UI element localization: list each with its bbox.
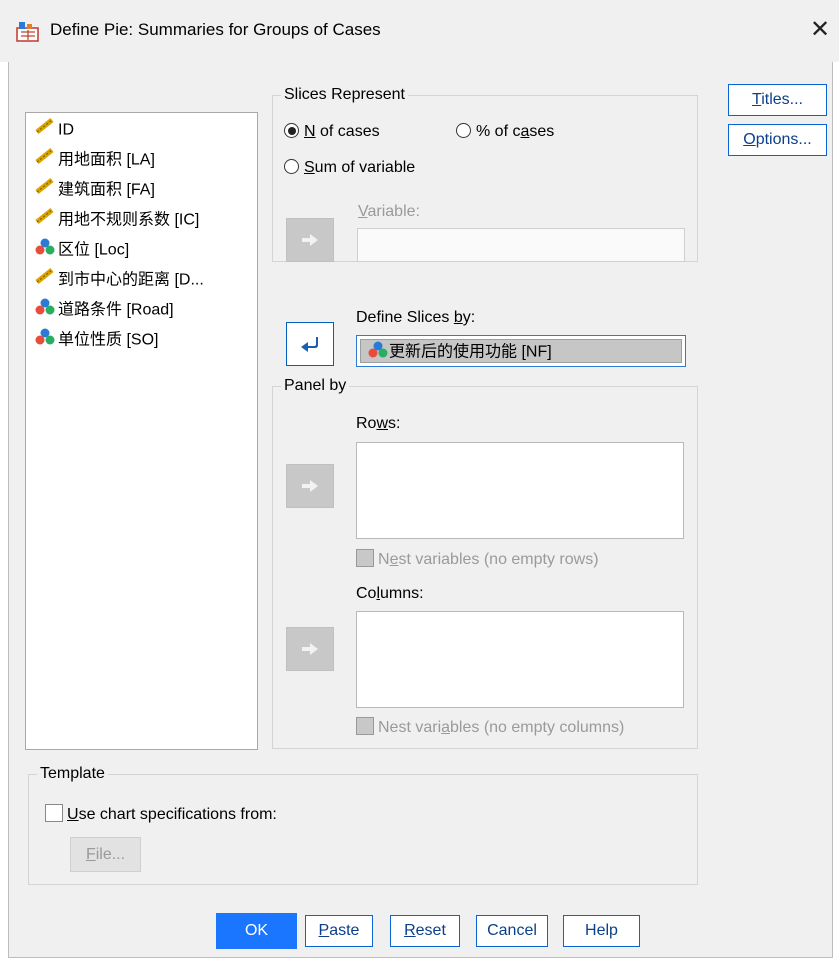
scale-ruler-icon xyxy=(34,207,58,234)
list-item[interactable]: 道路条件 [Road] xyxy=(34,297,174,323)
variable-label: Variable: xyxy=(358,203,420,220)
variable-label: 区位 [Loc] xyxy=(58,241,130,259)
window-title: Define Pie: Summaries for Groups of Case… xyxy=(50,20,381,39)
variable-label: 用地面积 [LA] xyxy=(58,151,155,169)
panel-by-legend: Panel by xyxy=(284,377,347,394)
selected-variable: 更新后的使用功能 [NF] xyxy=(360,339,682,363)
variable-label: 单位性质 [SO] xyxy=(58,331,159,349)
rows-label: Rows: xyxy=(356,415,401,432)
variable-label: 用地不规则系数 [IC] xyxy=(58,211,200,229)
radio-n-of-cases[interactable]: N of cases xyxy=(284,123,380,141)
radio-dot xyxy=(284,123,299,138)
arrow-right-icon xyxy=(302,480,318,492)
arrow-right-icon xyxy=(302,643,318,655)
define-slices-label: Define Slices by: xyxy=(356,309,476,326)
move-to-rows-button[interactable] xyxy=(286,464,334,508)
paste-button[interactable]: Paste xyxy=(305,915,373,947)
columns-label: Columns: xyxy=(356,585,424,602)
options-button[interactable]: Options... xyxy=(728,124,827,156)
define-slices-field[interactable]: 更新后的使用功能 [NF] xyxy=(356,335,686,367)
radio-dot xyxy=(456,123,471,138)
move-to-columns-button[interactable] xyxy=(286,627,334,671)
nominal-balls-icon xyxy=(367,340,389,365)
nominal-balls-icon xyxy=(34,327,58,354)
use-chart-spec-checkbox[interactable]: Use chart specifications from: xyxy=(45,804,277,824)
slices-represent-legend: Slices Represent xyxy=(284,86,405,103)
radio-sum-of-variable[interactable]: Sum of variable xyxy=(284,159,415,177)
scale-ruler-icon xyxy=(34,177,58,204)
list-item[interactable]: 区位 [Loc] xyxy=(34,237,129,263)
variable-label: 建筑面积 [FA] xyxy=(58,181,155,199)
variable-label: 道路条件 [Road] xyxy=(58,301,174,319)
nest-rows-checkbox[interactable]: Nest variables (no empty rows) xyxy=(356,549,599,569)
arrow-return-left-icon xyxy=(301,337,318,352)
list-item[interactable]: 用地面积 [LA] xyxy=(34,147,155,173)
checkbox-square xyxy=(356,717,374,735)
checkbox-square xyxy=(45,804,63,822)
ok-button[interactable]: OK xyxy=(216,913,297,949)
radio-percent-of-cases[interactable]: % of cases xyxy=(456,123,554,141)
titles-button[interactable]: Titles... xyxy=(728,84,827,116)
selected-variable-label: 更新后的使用功能 [NF] xyxy=(389,343,552,361)
move-to-slices-button[interactable] xyxy=(286,322,334,366)
nest-columns-checkbox[interactable]: Nest variables (no empty columns) xyxy=(356,717,624,737)
nominal-balls-icon xyxy=(34,297,58,324)
variable-label: ID xyxy=(58,121,74,139)
scale-ruler-icon xyxy=(34,147,58,174)
template-legend: Template xyxy=(40,765,105,782)
columns-list[interactable] xyxy=(356,611,684,708)
cancel-button[interactable]: Cancel xyxy=(476,915,548,947)
list-item[interactable]: ID xyxy=(34,117,74,143)
variable-field[interactable] xyxy=(357,228,685,262)
arrow-right-icon xyxy=(302,234,318,246)
close-icon[interactable]: ✕ xyxy=(806,14,834,46)
variable-source-list[interactable]: ID 用地面积 [LA] 建筑面积 [FA] 用地不规则系数 [IC] 区位 [… xyxy=(25,112,258,750)
nominal-balls-icon xyxy=(34,237,58,264)
list-item[interactable]: 到市中心的距离 [D... xyxy=(34,267,204,293)
scale-ruler-icon xyxy=(34,267,58,294)
list-item[interactable]: 单位性质 [SO] xyxy=(34,327,158,353)
rows-list[interactable] xyxy=(356,442,684,539)
move-to-variable-button[interactable] xyxy=(286,218,334,262)
help-button[interactable]: Help xyxy=(563,915,640,947)
reset-button[interactable]: Reset xyxy=(390,915,460,947)
variable-label: 到市中心的距离 [D... xyxy=(58,271,204,289)
list-item[interactable]: 用地不规则系数 [IC] xyxy=(34,207,199,233)
chart-app-icon xyxy=(16,22,39,42)
file-button[interactable]: File... xyxy=(70,837,141,872)
radio-dot xyxy=(284,159,299,174)
list-item[interactable]: 建筑面积 [FA] xyxy=(34,177,155,203)
scale-ruler-icon xyxy=(34,117,58,144)
checkbox-square xyxy=(356,549,374,567)
